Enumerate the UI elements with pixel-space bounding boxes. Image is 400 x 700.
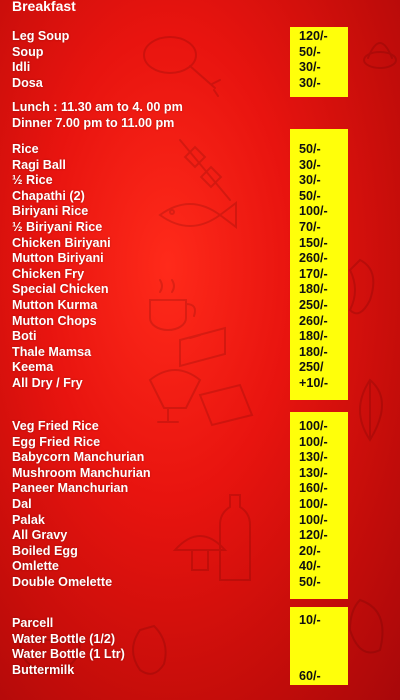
fish-icon bbox=[158, 201, 237, 229]
extras-price-column: 10/- 60/- bbox=[290, 607, 348, 685]
price-chicken-biriyani: 150/- bbox=[299, 235, 328, 250]
item-mutton-chops: Mutton Chops bbox=[12, 313, 97, 328]
price-water-bottle-half bbox=[299, 629, 348, 645]
breakfast-price-column: 120/- 50/- 30/- 30/- bbox=[290, 27, 348, 97]
item-chicken-biriyani: Chicken Biriyani bbox=[12, 235, 111, 250]
item-chicken-fry: Chicken Fry bbox=[12, 266, 85, 281]
main-items: Rice Ragi Ball ½ Rice Chapathi (2) Biriy… bbox=[12, 142, 111, 392]
item-water-bottle-half: Water Bottle (1/2) bbox=[12, 631, 116, 646]
item-palak: Palak bbox=[12, 512, 45, 527]
price-babycorn-manchurian: 130/- bbox=[299, 450, 328, 465]
hat-icon bbox=[363, 42, 397, 69]
price-mutton-chops: 260/- bbox=[299, 313, 328, 328]
price-chapathi: 50/- bbox=[299, 188, 321, 203]
price-rice: 50/- bbox=[299, 142, 321, 156]
item-mutton-biriyani: Mutton Biriyani bbox=[12, 251, 104, 266]
item-chapathi: Chapathi (2) bbox=[12, 188, 85, 203]
section-title-breakfast: Breakfast bbox=[12, 0, 76, 14]
price-double-omelette: 50/- bbox=[299, 574, 321, 589]
item-half-biriyani-rice: ½ Biriyani Rice bbox=[12, 219, 103, 234]
price-mutton-kurma: 250/- bbox=[299, 297, 328, 312]
item-soup: Soup bbox=[12, 44, 44, 59]
breakfast-items: Leg Soup Soup Idli Dosa bbox=[12, 29, 69, 91]
price-dosa: 30/- bbox=[299, 75, 321, 90]
price-boti: 180/- bbox=[299, 329, 328, 344]
item-keema: Keema bbox=[12, 360, 54, 375]
menu-board: Breakfast Leg Soup Soup Idli Dosa 120/- … bbox=[0, 0, 400, 700]
coffee-cup-icon bbox=[149, 279, 196, 331]
price-veg-fried-rice: 100/- bbox=[299, 419, 328, 433]
price-chicken-fry: 170/- bbox=[299, 266, 328, 281]
item-rice: Rice bbox=[12, 142, 39, 156]
item-all-gravy: All Gravy bbox=[12, 528, 68, 543]
item-thale-mamsa: Thale Mamsa bbox=[12, 344, 92, 359]
price-dal: 100/- bbox=[299, 496, 328, 511]
price-buttermilk: 60/- bbox=[299, 668, 321, 683]
sandwich-icon bbox=[198, 383, 254, 427]
price-all-gravy: 120/- bbox=[299, 528, 328, 543]
item-water-bottle-1ltr: Water Bottle (1 Ltr) bbox=[12, 647, 125, 662]
main-price-column: 50/- 30/- 30/- 50/- 100/- 70/- 150/- 260… bbox=[290, 129, 348, 400]
price-biriyani-rice: 100/- bbox=[299, 204, 328, 219]
skewer-icon bbox=[179, 139, 231, 201]
item-dosa: Dosa bbox=[12, 75, 43, 90]
price-ragi-ball: 30/- bbox=[299, 157, 321, 172]
price-all-dry-fry: +10/- bbox=[299, 375, 329, 390]
item-biriyani-rice: Biriyani Rice bbox=[12, 204, 89, 219]
item-all-dry-fry: All Dry / Fry bbox=[12, 375, 83, 390]
price-thale-mamsa: 180/- bbox=[299, 344, 328, 359]
price-egg-fried-rice: 100/- bbox=[299, 434, 328, 449]
item-double-omelette: Double Omelette bbox=[12, 574, 113, 589]
chicken-leg-icon bbox=[143, 36, 221, 97]
price-special-chicken: 180/- bbox=[299, 282, 328, 297]
item-idli: Idli bbox=[12, 60, 31, 75]
mushroom-icon bbox=[172, 535, 228, 571]
leaf-icon bbox=[359, 378, 383, 442]
item-half-rice: ½ Rice bbox=[12, 173, 53, 188]
bottle-icon bbox=[219, 494, 251, 581]
item-mutton-kurma: Mutton Kurma bbox=[12, 297, 98, 312]
dinner-hours: Dinner 7.00 pm to 11.00 pm bbox=[12, 116, 175, 130]
price-keema: 250/ bbox=[299, 360, 324, 375]
chinese-price-column: 100/- 100/- 130/- 130/- 160/- 100/- 100/… bbox=[290, 412, 348, 599]
chinese-items: Veg Fried Rice Egg Fried Rice Babycorn M… bbox=[12, 419, 151, 591]
price-soup: 50/- bbox=[299, 44, 321, 59]
item-omlette: Omlette bbox=[12, 559, 59, 574]
item-mushroom-manchurian: Mushroom Manchurian bbox=[12, 465, 151, 480]
price-half-rice: 30/- bbox=[299, 173, 321, 188]
ice-cream-icon bbox=[148, 369, 202, 423]
pear-icon bbox=[132, 624, 167, 675]
item-dal: Dal bbox=[12, 496, 32, 511]
item-egg-fried-rice: Egg Fried Rice bbox=[12, 434, 101, 449]
item-paneer-manchurian: Paneer Manchurian bbox=[12, 481, 129, 496]
extras-items: Parcell Water Bottle (1/2) Water Bottle … bbox=[12, 616, 125, 678]
item-veg-fried-rice: Veg Fried Rice bbox=[12, 419, 99, 433]
price-boiled-egg: 20/- bbox=[299, 543, 321, 558]
price-half-biriyani-rice: 70/- bbox=[299, 219, 321, 234]
item-boti: Boti bbox=[12, 329, 37, 344]
lunch-hours: Lunch : 11.30 am to 4. 00 pm bbox=[12, 100, 183, 114]
item-special-chicken: Special Chicken bbox=[12, 282, 109, 297]
item-parcell: Parcell bbox=[12, 616, 54, 630]
item-boiled-egg: Boiled Egg bbox=[12, 543, 78, 558]
cake-icon bbox=[179, 326, 226, 368]
price-leg-soup: 120/- bbox=[299, 29, 328, 43]
price-mutton-biriyani: 260/- bbox=[299, 251, 328, 266]
opening-hours: Lunch : 11.30 am to 4. 00 pm Dinner 7.00… bbox=[12, 99, 183, 131]
price-palak: 100/- bbox=[299, 512, 328, 527]
item-babycorn-manchurian: Babycorn Manchurian bbox=[12, 450, 145, 465]
pepper-icon bbox=[348, 258, 375, 315]
price-water-bottle-1ltr bbox=[299, 644, 348, 660]
item-leg-soup: Leg Soup bbox=[12, 29, 70, 43]
price-idli: 30/- bbox=[299, 60, 321, 75]
eggplant-icon bbox=[348, 598, 384, 654]
price-mushroom-manchurian: 130/- bbox=[299, 465, 328, 480]
price-paneer-manchurian: 160/- bbox=[299, 481, 328, 496]
item-buttermilk: Buttermilk bbox=[12, 662, 75, 677]
price-omlette: 40/- bbox=[299, 559, 321, 574]
price-parcell: 10/- bbox=[299, 613, 321, 627]
item-ragi-ball: Ragi Ball bbox=[12, 157, 66, 172]
